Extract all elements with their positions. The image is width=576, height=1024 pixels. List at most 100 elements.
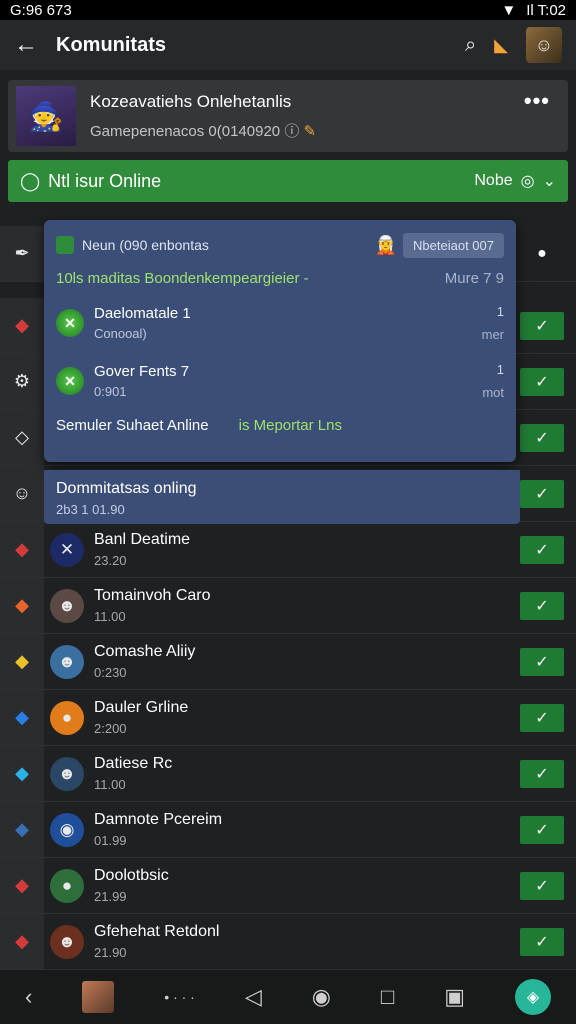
recents-square-icon[interactable]: □ xyxy=(381,984,394,1010)
check-icon[interactable]: ✓ xyxy=(520,367,564,396)
dots-icon: • · · · xyxy=(164,989,195,1005)
list-item[interactable]: ◆ ☻ Comashe Aliiy 0:230 ✓ xyxy=(0,634,576,690)
row-action-icon[interactable]: ● xyxy=(520,240,564,268)
popup-item-meta: 1 xyxy=(496,362,504,377)
highlighted-row-name: Dommitatsas onling xyxy=(56,480,197,497)
check-icon[interactable]: ✓ xyxy=(520,871,564,900)
row-name: Comashe Aliiy xyxy=(94,643,196,660)
check-icon[interactable]: ✓ xyxy=(520,759,564,788)
avatar: 🧝 xyxy=(374,234,398,255)
list-item[interactable]: ◆ ● Doolotbsic 21.99 ✓ xyxy=(0,858,576,914)
community-popup: Neun (090 enbontas 🧝 Nbeteiaot 007 10ls … xyxy=(44,220,516,462)
back-icon[interactable]: ‹ xyxy=(25,984,32,1010)
row-name: Doolotbsic xyxy=(94,867,169,884)
game-avatar: ☻ xyxy=(50,924,84,959)
list-item[interactable]: ◆ ✕ Banl Deatime 23.20 ✓ xyxy=(0,522,576,578)
list-item[interactable]: ◆ ☻ Gfehehat Retdonl 21.90 ✓ xyxy=(0,914,576,970)
popup-footer-link-green[interactable]: is Meportar Lns xyxy=(239,417,342,434)
check-icon[interactable]: ✓ xyxy=(520,311,564,340)
row-sub: 0:230 xyxy=(94,665,127,680)
check-icon[interactable]: ✓ xyxy=(520,479,564,508)
row-diamond-icon: ◆ xyxy=(0,746,44,801)
popup-item-count: 7 xyxy=(180,363,190,380)
home-circle-icon[interactable]: ◉ xyxy=(312,984,331,1010)
check-icon[interactable]: ✓ xyxy=(520,423,564,452)
pin-icon: ✎ xyxy=(303,122,317,140)
row-name: Dauler Grline xyxy=(94,699,189,716)
popup-item[interactable]: ✕ Gover Fents 7 0:901 1 mot xyxy=(56,359,504,403)
popup-item[interactable]: ✕ Daelomatale 1 Conooal) 1 mer xyxy=(56,301,504,345)
row-diamond-icon: ◆ xyxy=(0,858,44,913)
row-diamond-icon: ◆ xyxy=(0,914,44,969)
xbox-icon: ✕ xyxy=(56,309,84,337)
highlighted-row-sub: 2b3 1 01.90 xyxy=(56,502,125,517)
back-arrow-icon[interactable]: ← xyxy=(14,31,44,59)
online-right-label: Nobe xyxy=(474,172,513,189)
chevron-down-icon[interactable]: ⌄ xyxy=(543,171,556,191)
group-icon xyxy=(56,236,74,254)
check-icon[interactable]: ✓ xyxy=(520,591,564,620)
row-name: Datiese Rc xyxy=(94,755,173,772)
list-item[interactable]: ◆ ● Dauler Grline 2:200 ✓ xyxy=(0,690,576,746)
row-diamond-icon: ◆ xyxy=(0,522,44,577)
list-item[interactable]: ◆ ☻ Tomainvoh Caro 11.00 ✓ xyxy=(0,578,576,634)
triangle-back-icon[interactable]: ◁ xyxy=(245,984,262,1010)
search-icon[interactable]: ⌕ xyxy=(465,34,476,57)
user-avatar[interactable]: ☺ xyxy=(526,27,562,63)
popup-item-meta2: mot xyxy=(482,385,504,400)
row-sub: 01.99 xyxy=(94,833,127,848)
popup-item-sub: Conooal) xyxy=(94,326,147,341)
group-title: Kozeavatiehs Onlehetanlis xyxy=(90,91,292,111)
check-icon[interactable]: ✓ xyxy=(520,927,564,956)
popup-header-pill[interactable]: Nbeteiaot 007 xyxy=(403,232,504,258)
row-diamond-icon: ◆ xyxy=(0,802,44,857)
check-icon[interactable]: ✓ xyxy=(520,703,564,732)
chat-bubble-icon: ◎ xyxy=(520,173,535,190)
online-label: Ntl isur Online xyxy=(48,170,162,191)
page-title: Komunitats xyxy=(56,33,166,56)
row-name: Damnote Pcereim xyxy=(94,811,223,828)
game-avatar: ● xyxy=(50,868,84,903)
fab-button[interactable]: ◈ xyxy=(514,979,551,1015)
list-item[interactable]: ◆ ☻ Datiese Rc 11.00 ✓ xyxy=(0,746,576,802)
row-diamond-icon: ◆ xyxy=(0,690,44,745)
row-sub: 11.00 xyxy=(94,609,126,624)
game-avatar: ● xyxy=(50,700,84,735)
row-icon: ◇ xyxy=(0,410,44,465)
group-card[interactable]: 🧙 Kozeavatiehs Onlehetanlis Gamepenenaco… xyxy=(8,80,568,152)
row-name: Tomainvoh Caro xyxy=(94,587,211,604)
popup-item-meta2: mer xyxy=(481,327,504,342)
status-time: G:96 673 xyxy=(10,1,72,19)
nav-avatar[interactable] xyxy=(82,981,115,1013)
row-sub: 11.00 xyxy=(94,777,126,792)
briefcase-icon[interactable]: ▣ xyxy=(444,984,465,1010)
check-icon[interactable]: ✓ xyxy=(520,815,564,844)
popup-item-sub: 0:901 xyxy=(94,384,127,399)
game-avatar: ☻ xyxy=(50,756,84,791)
popup-subtitle: 10ls maditas Boondenkempeargieier - xyxy=(56,270,309,287)
popup-item-title: Daelomatale xyxy=(94,305,179,322)
row-icon: ✒ xyxy=(0,226,44,281)
row-icon: ☺ xyxy=(0,466,44,521)
popup-more-link[interactable]: Mure 7 9 xyxy=(445,270,504,287)
row-diamond-icon: ◆ xyxy=(0,578,44,633)
check-icon[interactable]: ✓ xyxy=(520,647,564,676)
list-item[interactable]: ◆ ◉ Damnote Pcereim 01.99 ✓ xyxy=(0,802,576,858)
more-options-icon[interactable]: ••• xyxy=(524,88,550,114)
app-bar: ← Komunitats ⌕ ◣ ☺ xyxy=(0,20,576,70)
chat-icon: ◯ xyxy=(20,170,41,191)
info-icon: ⓘ xyxy=(284,122,300,140)
popup-footer-link[interactable]: Semuler Suhaet Anline xyxy=(56,417,209,434)
xbox-icon: ✕ xyxy=(56,367,84,395)
check-icon[interactable]: ✓ xyxy=(520,535,564,564)
status-right-time: Il T:02 xyxy=(526,1,566,19)
bell-icon[interactable]: ◣ xyxy=(494,35,508,56)
highlighted-row[interactable]: Dommitatsas onling 2b3 1 01.90 xyxy=(44,470,520,524)
popup-item-meta: 1 xyxy=(496,304,504,319)
wifi-icon: ▼ xyxy=(501,1,517,19)
row-sub: 23.20 xyxy=(94,553,127,568)
popup-item-title: Gover Fents xyxy=(94,363,177,380)
row-sub: 21.99 xyxy=(94,889,127,904)
row-icon: ◆ xyxy=(0,298,44,353)
online-filter-bar[interactable]: ◯ Ntl isur Online Nobe ◎ ⌄ xyxy=(8,160,568,202)
